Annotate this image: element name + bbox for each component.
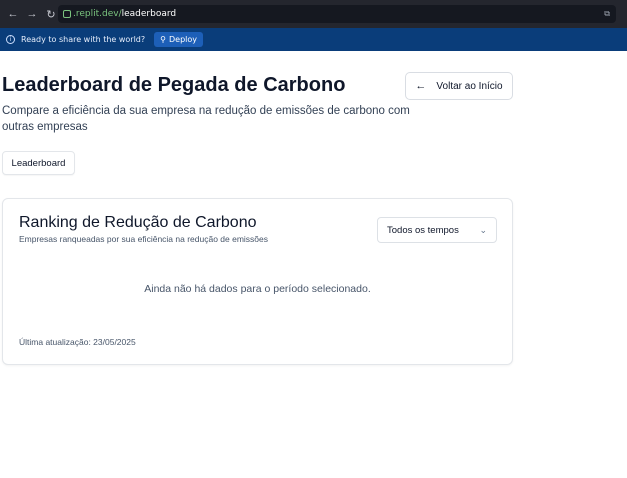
card-title: Ranking de Redução de Carbono	[19, 214, 257, 231]
ranking-card: Ranking de Redução de Carbono Empresas r…	[2, 198, 513, 365]
deploy-banner: i Ready to share with the world? ⚲ Deplo…	[0, 28, 627, 51]
deploy-button[interactable]: ⚲ Deploy	[154, 32, 204, 47]
page-subtitle: Compare a eficiência da sua empresa na r…	[2, 105, 410, 133]
card-description: Empresas ranqueadas por sua eficiência n…	[19, 234, 269, 244]
back-arrow-icon[interactable]: ←	[6, 7, 20, 21]
tab-leaderboard[interactable]: Leaderboard	[2, 151, 75, 175]
back-home-label: Voltar ao Início	[436, 80, 503, 92]
url-host: .replit.dev/	[73, 9, 122, 19]
deploy-label: Deploy	[169, 35, 198, 44]
banner-message: Ready to share with the world?	[21, 35, 146, 44]
period-select-value: Todos os tempos	[387, 224, 459, 236]
reload-icon[interactable]: ↻	[44, 7, 58, 21]
empty-state-message: Ainda não há dados para o período seleci…	[144, 283, 371, 295]
page-title: Leaderboard de Pegada de Carbono	[2, 74, 346, 96]
last-updated: Última atualização: 23/05/2025	[19, 337, 136, 347]
arrow-left-icon: ←	[415, 80, 427, 92]
rocket-icon: ⚲	[160, 35, 166, 44]
forward-arrow-icon[interactable]: →	[25, 7, 39, 21]
url-path: leaderboard	[121, 9, 177, 19]
browser-toolbar: ← → ↻ .replit.dev/leaderboard ⧉	[0, 0, 627, 28]
open-tab-icon[interactable]: ⧉	[604, 9, 610, 19]
info-icon: i	[6, 35, 15, 44]
link-icon	[63, 10, 71, 18]
period-select[interactable]: Todos os tempos ⌄	[377, 217, 497, 243]
chevron-down-icon: ⌄	[479, 224, 487, 235]
address-bar[interactable]: .replit.dev/leaderboard ⧉	[58, 5, 616, 23]
back-home-button[interactable]: ← Voltar ao Início	[405, 72, 513, 100]
